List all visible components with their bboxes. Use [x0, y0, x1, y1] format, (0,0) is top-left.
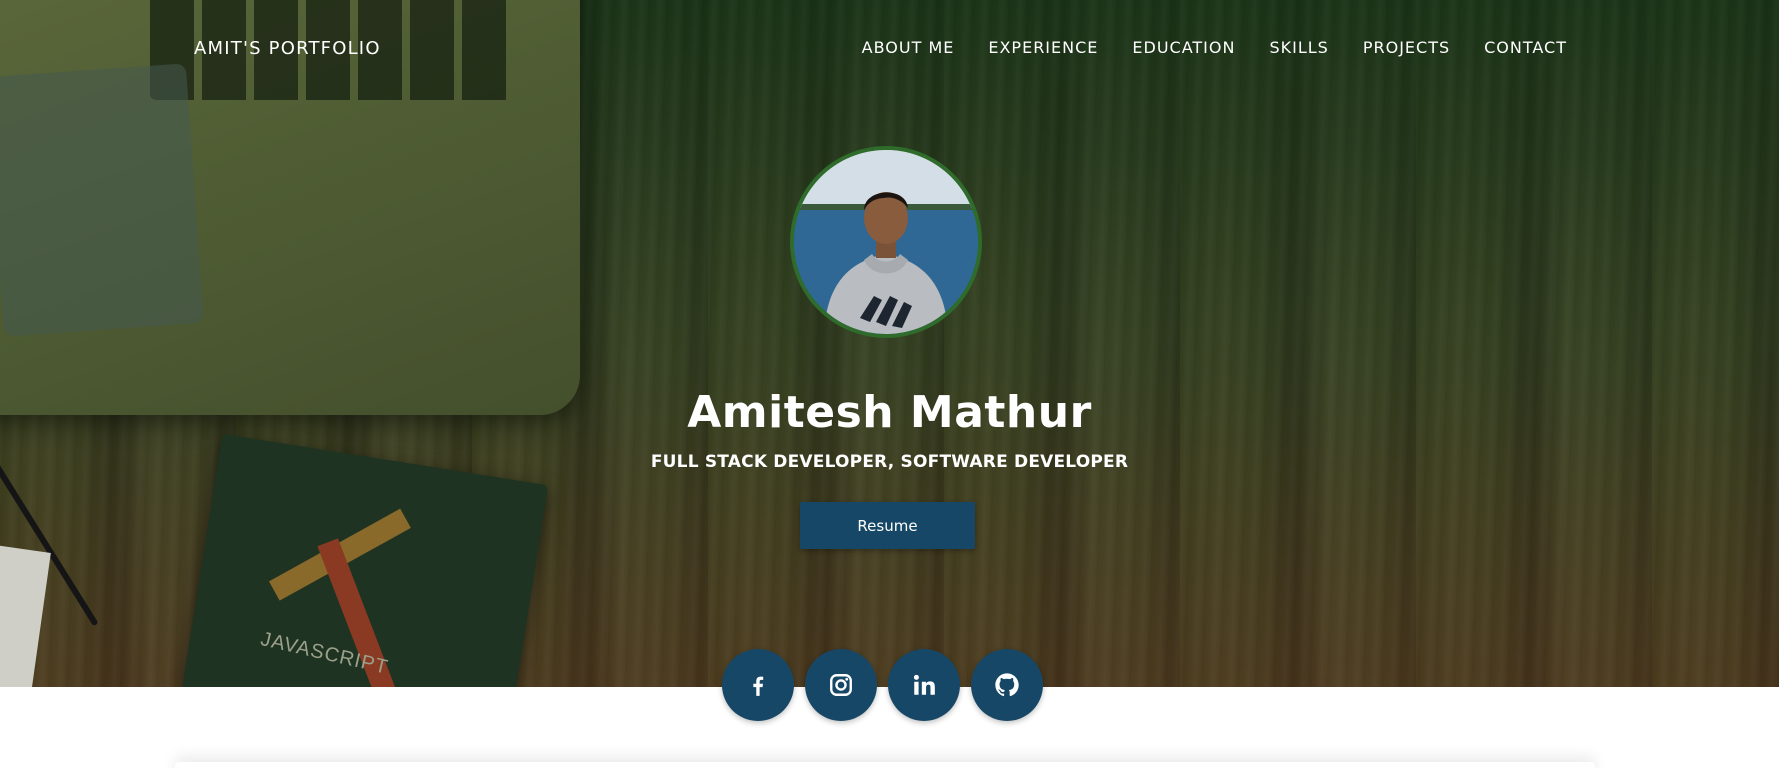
nav-about-me[interactable]: ABOUT ME [862, 38, 955, 57]
nav-projects[interactable]: PROJECTS [1363, 38, 1450, 57]
main-nav: ABOUT ME EXPERIENCE EDUCATION SKILLS PRO… [862, 38, 1567, 57]
github-icon [995, 673, 1019, 697]
profile-photo [794, 150, 978, 334]
avatar [790, 146, 982, 338]
profile-name: Amitesh Mathur [687, 387, 1092, 438]
hero-section: JAVASCRIPT AMIT'S PORTFOLIO ABOUT ME EXP… [0, 0, 1779, 687]
resume-button[interactable]: Resume [800, 502, 975, 549]
github-link[interactable] [971, 649, 1043, 721]
content-card [175, 762, 1595, 768]
brand-link[interactable]: AMIT'S PORTFOLIO [194, 38, 381, 59]
facebook-icon [753, 676, 764, 696]
social-links [722, 649, 1043, 721]
instagram-link[interactable] [805, 649, 877, 721]
nav-skills[interactable]: SKILLS [1269, 38, 1328, 57]
profile-subtitle: FULL STACK DEVELOPER, SOFTWARE DEVELOPER [650, 452, 1129, 472]
nav-contact[interactable]: CONTACT [1484, 38, 1567, 57]
laptop-trackpad [0, 63, 204, 337]
linkedin-icon [913, 674, 935, 695]
facebook-link[interactable] [722, 649, 794, 721]
page: JAVASCRIPT AMIT'S PORTFOLIO ABOUT ME EXP… [0, 0, 1779, 768]
laptop-image [0, 0, 580, 415]
nav-education[interactable]: EDUCATION [1132, 38, 1235, 57]
linkedin-link[interactable] [888, 649, 960, 721]
nav-experience[interactable]: EXPERIENCE [988, 38, 1098, 57]
instagram-icon [830, 674, 852, 696]
